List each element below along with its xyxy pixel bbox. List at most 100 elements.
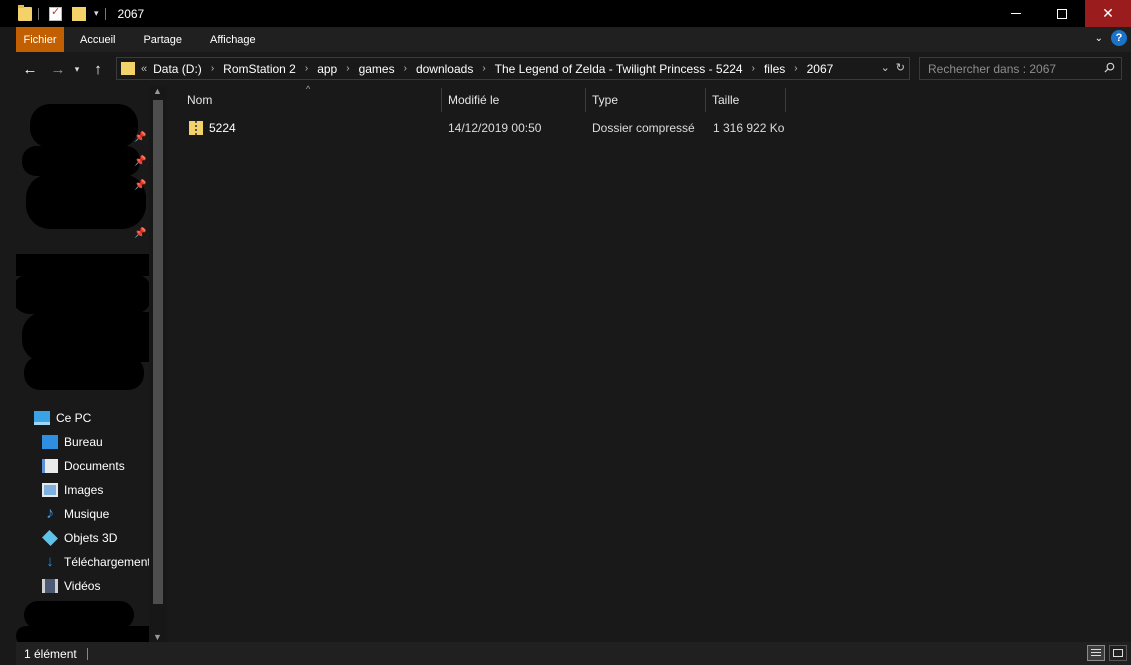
redacted-area [16,274,152,314]
details-view-icon [1091,649,1101,657]
breadcrumb-romstation[interactable]: RomStation 2 [223,62,296,76]
forward-button[interactable]: → [46,61,70,78]
chevron-right-icon[interactable]: › [211,63,214,74]
tab-partage[interactable]: Partage [129,27,196,52]
breadcrumb-app[interactable]: app [317,62,337,76]
recent-locations-icon[interactable]: ▾ [70,64,84,75]
tab-fichier[interactable]: Fichier [16,27,64,52]
file-size: 1 316 922 Ko [713,121,785,135]
details-view-button[interactable] [1087,645,1105,661]
pin-icon[interactable]: 📌 [134,156,146,167]
redacted-area [30,104,138,148]
folder-icon [121,62,135,75]
chevron-right-icon[interactable]: › [346,63,349,74]
address-bar[interactable]: « Data (D:) › RomStation 2 › app › games… [116,57,910,80]
file-modified: 14/12/2019 00:50 [448,121,542,135]
chevron-down-icon[interactable]: ⌄ [881,61,890,74]
nav-scrollbar[interactable]: ▲ ▼ [149,86,167,642]
file-type: Dossier compressé [592,121,695,135]
nav-item-telechargements[interactable]: ↓ Téléchargements [42,551,156,573]
column-divider[interactable] [441,88,442,112]
close-button[interactable]: ✕ [1085,0,1131,27]
column-divider[interactable] [585,88,586,112]
nav-item-label: Images [64,483,104,497]
ribbon-right-controls: ⌄ ? [1095,30,1127,46]
tab-affichage[interactable]: Affichage [196,27,270,52]
new-folder-icon[interactable] [72,6,86,21]
column-header-type[interactable]: Type [592,86,618,114]
nav-item-documents[interactable]: Documents [42,455,125,477]
item-count: 1 élément [24,646,77,661]
nav-item-objets-3d[interactable]: Objets 3D [42,527,117,549]
ribbon: Fichier Accueil Partage Affichage ⌄ ? [16,27,1131,52]
large-icons-view-button[interactable] [1109,645,1127,661]
search-input[interactable] [928,61,1098,76]
sort-ascending-icon: ^ [306,84,311,94]
objects-3d-icon [42,530,58,546]
maximize-icon [1057,8,1067,19]
downloads-icon: ↓ [46,553,54,570]
file-name-cell: 5224 [189,117,236,139]
properties-icon[interactable] [49,5,62,21]
minimize-icon [1011,13,1021,14]
breadcrumb-downloads[interactable]: downloads [416,62,473,76]
column-divider[interactable] [705,88,706,112]
breadcrumb-zelda[interactable]: The Legend of Zelda - Twilight Princess … [495,62,743,76]
nav-item-musique[interactable]: ♪ Musique [42,503,109,525]
expand-ribbon-icon[interactable]: ⌄ [1095,33,1103,44]
breadcrumb-2067[interactable]: 2067 [807,62,834,76]
scroll-down-icon[interactable]: ▼ [153,632,162,642]
chevron-right-icon[interactable]: › [752,63,755,74]
refresh-icon[interactable]: ↻ [896,61,905,74]
pin-icon[interactable]: 📌 [134,180,146,191]
redacted-area [26,174,146,229]
window-title: 2067 [117,6,145,21]
status-bar: 1 élément [16,642,1131,665]
nav-item-label: Documents [64,459,125,473]
column-header-name[interactable]: Nom [187,86,212,114]
nav-item-label: Vidéos [64,579,101,593]
redacted-area [24,601,134,629]
chevron-right-icon[interactable]: › [794,63,797,74]
nav-item-label: Musique [64,507,110,521]
help-icon[interactable]: ? [1111,30,1127,46]
pin-icon[interactable]: 📌 [134,132,146,143]
title-bar: ▾ 2067 ✕ [0,0,1131,27]
nav-item-bureau[interactable]: Bureau [42,431,103,453]
file-list: ^ Nom Modifié le Type Taille 5224 14/12/… [167,84,1131,642]
chevron-right-icon[interactable]: › [482,63,485,74]
maximize-button[interactable] [1039,0,1085,27]
table-row[interactable]: 5224 14/12/2019 00:50 Dossier compressé … [183,117,785,139]
column-header-size[interactable]: Taille [712,86,739,114]
search-box[interactable] [919,57,1122,80]
folder-icon [18,4,32,21]
minimize-button[interactable] [993,0,1039,27]
computer-icon [34,411,50,425]
column-divider[interactable] [785,88,786,112]
back-button[interactable]: ← [18,61,42,78]
navigation-bar: ← → ▾ ↑ « Data (D:) › RomStation 2 › app… [16,52,1131,86]
scrollbar-thumb[interactable] [153,100,163,604]
breadcrumb-files[interactable]: files [764,62,785,76]
up-button[interactable]: ↑ [86,61,110,78]
breadcrumb-data-d[interactable]: Data (D:) [153,62,202,76]
music-icon: ♪ [46,505,54,522]
scroll-up-icon[interactable]: ▲ [153,86,162,96]
redacted-area [22,146,140,176]
videos-icon [42,579,58,593]
nav-item-this-pc[interactable]: Ce PC [34,407,91,429]
search-icon[interactable] [1104,62,1115,73]
column-header-modified[interactable]: Modifié le [448,86,499,114]
nav-item-images[interactable]: Images [42,479,103,501]
pin-icon[interactable]: 📌 [134,228,146,239]
redacted-area [16,254,162,276]
breadcrumb-games[interactable]: games [359,62,395,76]
breadcrumb-overflow[interactable]: « [141,63,147,75]
quick-access-toolbar: ▾ [0,0,112,27]
nav-item-videos[interactable]: Vidéos [42,575,100,597]
customize-toolbar-icon[interactable]: ▾ [94,8,99,19]
tab-accueil[interactable]: Accueil [66,27,129,52]
chevron-right-icon[interactable]: › [305,63,308,74]
chevron-right-icon[interactable]: › [404,63,407,74]
desktop-icon [42,435,58,449]
